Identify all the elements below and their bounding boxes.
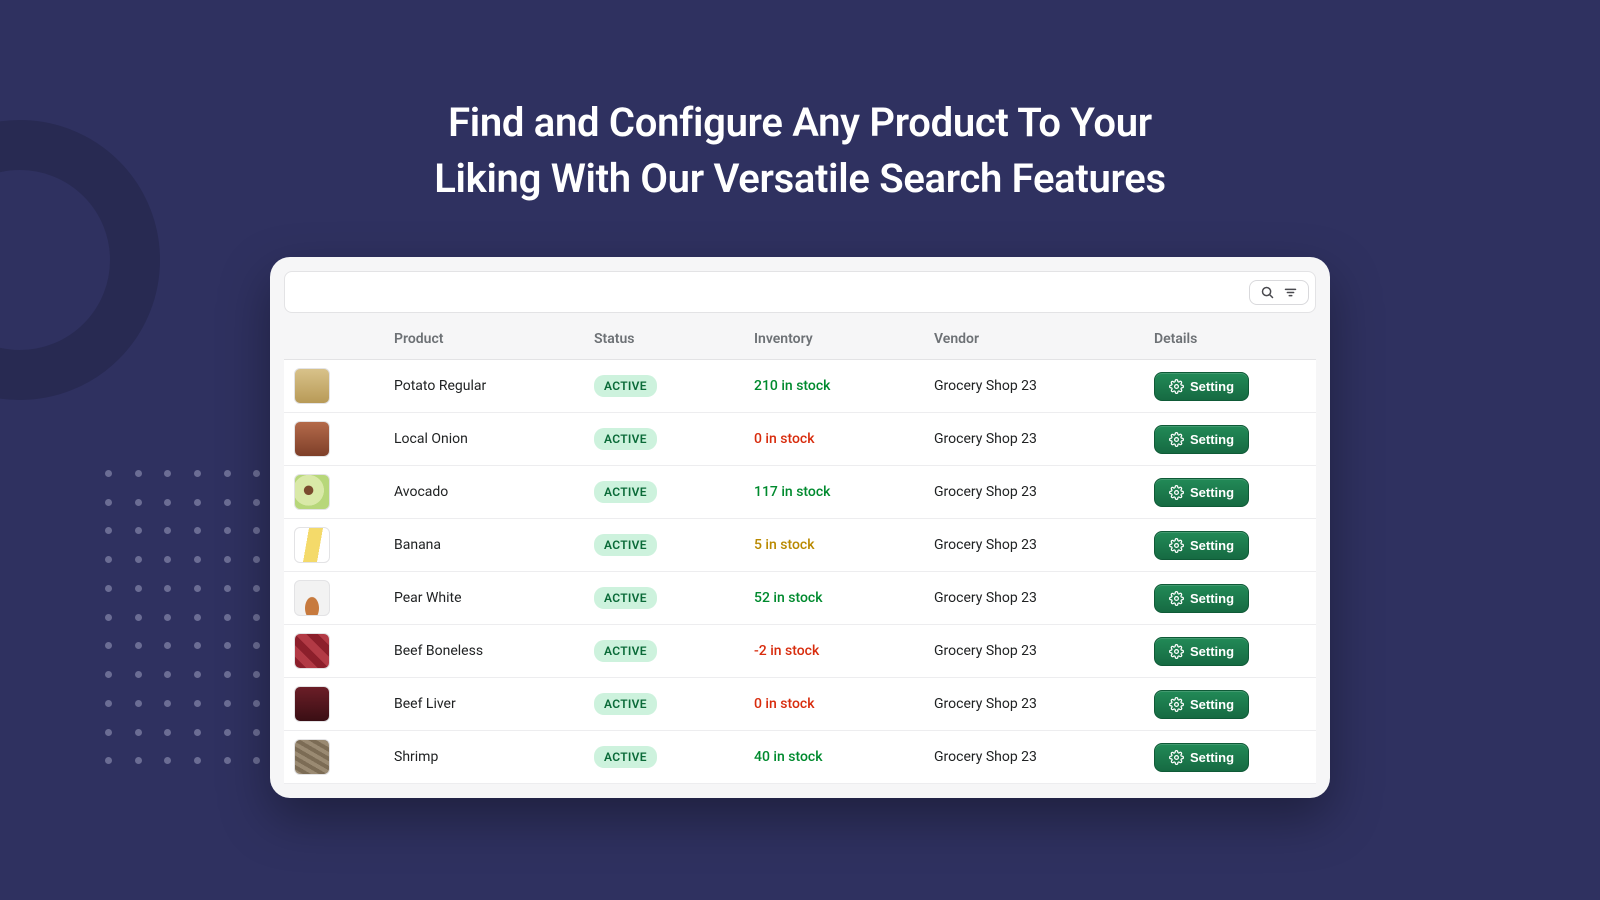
setting-button-label: Setting xyxy=(1190,697,1234,712)
column-header-details: Details xyxy=(1154,331,1306,347)
filter-icon xyxy=(1283,285,1298,300)
product-thumbnail xyxy=(294,739,330,775)
headline-line-1: Find and Configure Any Product To Your xyxy=(448,99,1152,146)
setting-button-label: Setting xyxy=(1190,591,1234,606)
table-row: AvocadoACTIVE 117 in stockGrocery Shop 23… xyxy=(284,466,1316,519)
setting-button[interactable]: Setting xyxy=(1154,743,1249,772)
vendor-name: Grocery Shop 23 xyxy=(934,749,1154,765)
column-header-vendor: Vendor xyxy=(934,331,1154,347)
status-badge: ACTIVE xyxy=(594,587,657,609)
product-name: Banana xyxy=(394,537,594,553)
search-filter-button[interactable] xyxy=(1249,280,1309,305)
inventory-value: 117 in stock xyxy=(754,484,934,500)
product-thumbnail xyxy=(294,527,330,563)
inventory-value: 40 in stock xyxy=(754,749,934,765)
vendor-name: Grocery Shop 23 xyxy=(934,484,1154,500)
setting-button-label: Setting xyxy=(1190,538,1234,553)
product-name: Beef Boneless xyxy=(394,643,594,659)
setting-button[interactable]: Setting xyxy=(1154,425,1249,454)
product-name: Potato Regular xyxy=(394,378,594,394)
table-row: Potato RegularACTIVE 210 in stockGrocery … xyxy=(284,360,1316,413)
product-thumbnail xyxy=(294,421,330,457)
table-row: Pear WhiteACTIVE 52 in stockGrocery Shop … xyxy=(284,572,1316,625)
status-badge: ACTIVE xyxy=(594,534,657,556)
setting-button[interactable]: Setting xyxy=(1154,478,1249,507)
product-thumbnail xyxy=(294,686,330,722)
page-headline: Find and Configure Any Product To Your L… xyxy=(0,0,1600,207)
status-badge: ACTIVE xyxy=(594,481,657,503)
setting-button-label: Setting xyxy=(1190,644,1234,659)
product-name: Shrimp xyxy=(394,749,594,765)
status-badge: ACTIVE xyxy=(594,640,657,662)
inventory-value: 5 in stock xyxy=(754,537,934,553)
column-header-inventory: Inventory xyxy=(754,331,934,347)
setting-button[interactable]: Setting xyxy=(1154,372,1249,401)
product-name: Beef Liver xyxy=(394,696,594,712)
table-toolbar xyxy=(284,271,1316,313)
setting-button[interactable]: Setting xyxy=(1154,690,1249,719)
gear-icon xyxy=(1169,750,1184,765)
column-header-product: Product xyxy=(394,331,594,347)
inventory-value: 0 in stock xyxy=(754,696,934,712)
setting-button-label: Setting xyxy=(1190,379,1234,394)
gear-icon xyxy=(1169,644,1184,659)
setting-button-label: Setting xyxy=(1190,485,1234,500)
inventory-value: -2 in stock xyxy=(754,643,934,659)
status-badge: ACTIVE xyxy=(594,375,657,397)
gear-icon xyxy=(1169,432,1184,447)
search-icon xyxy=(1260,285,1275,300)
headline-line-2: Liking With Our Versatile Search Feature… xyxy=(434,155,1166,202)
product-thumbnail xyxy=(294,474,330,510)
inventory-value: 0 in stock xyxy=(754,431,934,447)
table-body: Potato RegularACTIVE210 in stockGrocery … xyxy=(284,360,1316,784)
vendor-name: Grocery Shop 23 xyxy=(934,378,1154,394)
table-row: Beef BonelessACTIVE -2 in stockGrocery Sh… xyxy=(284,625,1316,678)
vendor-name: Grocery Shop 23 xyxy=(934,537,1154,553)
gear-icon xyxy=(1169,697,1184,712)
setting-button[interactable]: Setting xyxy=(1154,637,1249,666)
table-row: Beef LiverACTIVE 0 in stockGrocery Shop 2… xyxy=(284,678,1316,731)
product-name: Local Onion xyxy=(394,431,594,447)
inventory-value: 52 in stock xyxy=(754,590,934,606)
status-badge: ACTIVE xyxy=(594,428,657,450)
product-name: Avocado xyxy=(394,484,594,500)
setting-button[interactable]: Setting xyxy=(1154,531,1249,560)
vendor-name: Grocery Shop 23 xyxy=(934,643,1154,659)
table-header-row: Product Status Inventory Vendor Details xyxy=(284,321,1316,360)
table-row: BananaACTIVE 5 in stockGrocery Shop 23 Set… xyxy=(284,519,1316,572)
vendor-name: Grocery Shop 23 xyxy=(934,431,1154,447)
setting-button-label: Setting xyxy=(1190,750,1234,765)
setting-button-label: Setting xyxy=(1190,432,1234,447)
gear-icon xyxy=(1169,485,1184,500)
status-badge: ACTIVE xyxy=(594,693,657,715)
vendor-name: Grocery Shop 23 xyxy=(934,590,1154,606)
status-badge: ACTIVE xyxy=(594,746,657,768)
vendor-name: Grocery Shop 23 xyxy=(934,696,1154,712)
gear-icon xyxy=(1169,591,1184,606)
product-thumbnail xyxy=(294,368,330,404)
setting-button[interactable]: Setting xyxy=(1154,584,1249,613)
table-row: Local OnionACTIVE 0 in stockGrocery Shop … xyxy=(284,413,1316,466)
gear-icon xyxy=(1169,538,1184,553)
product-name: Pear White xyxy=(394,590,594,606)
product-table-panel: Product Status Inventory Vendor Details … xyxy=(270,257,1330,798)
inventory-value: 210 in stock xyxy=(754,378,934,394)
table-row: ShrimpACTIVE 40 in stockGrocery Shop 23 Se… xyxy=(284,731,1316,784)
product-thumbnail xyxy=(294,580,330,616)
decorative-dot-grid xyxy=(105,470,265,770)
column-header-status: Status xyxy=(594,331,754,347)
gear-icon xyxy=(1169,379,1184,394)
product-thumbnail xyxy=(294,633,330,669)
